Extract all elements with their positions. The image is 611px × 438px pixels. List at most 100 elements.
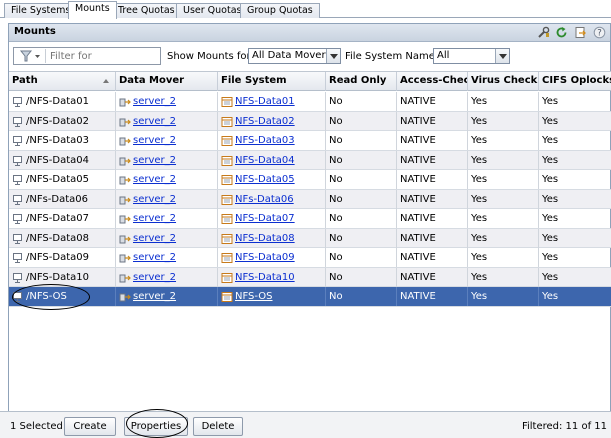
cell-data-mover: server_2: [116, 189, 218, 209]
cell-path-text: /NFS-Data01: [26, 96, 89, 107]
tab-tree-quotas[interactable]: Tree Quotas: [111, 3, 182, 18]
data-mover-link[interactable]: server_2: [133, 112, 176, 131]
cell-cifs-oplocks: Yes: [539, 248, 611, 267]
cell-read-only: No: [326, 189, 397, 209]
file-system-link[interactable]: NFS-Data08: [235, 229, 295, 248]
cell-virus-check: Yes: [468, 111, 539, 131]
show-mounts-value: All Data Movers: [252, 50, 331, 61]
cell-access-check-text: NATIVE: [400, 154, 436, 166]
wrench-icon[interactable]: [537, 26, 550, 39]
data-mover-link[interactable]: server_2: [133, 209, 176, 228]
data-mover-link[interactable]: server_2: [133, 287, 176, 306]
file-system-link[interactable]: NFS-Data09: [235, 248, 295, 267]
cell-read-only: No: [326, 287, 397, 306]
cell-path: /NFS-Data07: [9, 209, 116, 228]
filter-input[interactable]: [50, 49, 158, 63]
cell-access-check-text: NATIVE: [400, 174, 436, 185]
file-system-link[interactable]: NFS-Data01: [235, 92, 295, 111]
cell-path-text: /NFS-Data10: [26, 271, 89, 283]
table-row[interactable]: /NFS-Data07 server_2 NFS-Data07 No NATIVE Yes…: [9, 209, 611, 229]
cell-read-only: No: [326, 267, 397, 287]
filesystem-icon: [221, 116, 233, 127]
cell-access-check-text: NATIVE: [400, 271, 436, 283]
data-mover-link[interactable]: server_2: [133, 131, 176, 150]
cell-file-system: NFS-OS: [218, 287, 326, 306]
table-row[interactable]: /NFS-Data03 server_2 NFS-Data03 No NATIVE Yes…: [9, 131, 611, 151]
col-header-access-check[interactable]: Access-Chec...: [397, 72, 468, 91]
cell-virus-check-text: Yes: [471, 174, 488, 185]
properties-button[interactable]: Properties: [124, 417, 188, 436]
data-mover-icon: [119, 196, 131, 204]
table-row[interactable]: /NFS-Data02 server_2 NFS-Data02 No NATIVE Yes…: [9, 111, 611, 131]
data-mover-link[interactable]: server_2: [133, 92, 176, 111]
help-icon[interactable]: ?: [593, 26, 606, 39]
tab-file-systems[interactable]: File Systems: [4, 3, 78, 18]
file-system-link[interactable]: NFs-Data06: [235, 190, 294, 209]
mount-path-icon: [13, 97, 22, 107]
filter-dropdown[interactable]: [16, 49, 46, 63]
cell-virus-check-text: Yes: [471, 135, 488, 146]
table-row[interactable]: /NFS-Data05 server_2 NFS-Data05 No NATIVE Yes…: [9, 170, 611, 190]
table-row[interactable]: /NFS-Data08 server_2 NFS-Data08 No NATIVE Yes…: [9, 228, 611, 248]
cell-read-only-text: No: [329, 154, 343, 166]
table-row[interactable]: /NFS-Data10 server_2 NFS-Data10 No NATIVE Yes…: [9, 267, 611, 287]
cell-file-system: NFS-Data09: [218, 248, 326, 267]
data-mover-link[interactable]: server_2: [133, 170, 176, 189]
data-mover-link[interactable]: server_2: [133, 268, 176, 287]
tab-group-quotas[interactable]: Group Quotas: [240, 3, 320, 18]
cell-access-check: NATIVE: [397, 287, 468, 306]
cell-read-only-text: No: [329, 291, 343, 302]
delete-button[interactable]: Delete: [193, 417, 243, 436]
cell-cifs-oplocks: Yes: [539, 92, 611, 111]
cell-cifs-oplocks: Yes: [539, 190, 611, 209]
cell-virus-check: Yes: [468, 150, 539, 170]
table-row[interactable]: /NFS-Data09 server_2 NFS-Data09 No NATIVE Yes…: [9, 248, 611, 268]
cell-file-system: NFS-Data10: [218, 267, 326, 287]
file-system-link[interactable]: NFS-Data03: [235, 131, 295, 150]
show-mounts-select[interactable]: All Data Movers: [248, 48, 341, 64]
cell-cifs-oplocks-text: Yes: [542, 291, 559, 302]
cell-data-mover: server_2: [116, 287, 218, 306]
col-header-file-system[interactable]: File System: [218, 72, 326, 91]
refresh-icon[interactable]: [555, 26, 568, 39]
file-system-link[interactable]: NFS-OS: [235, 287, 273, 306]
cell-path: /NFs-Data06: [9, 189, 116, 209]
data-mover-link[interactable]: server_2: [133, 151, 176, 170]
cell-read-only: No: [326, 170, 397, 189]
cell-read-only: No: [326, 248, 397, 267]
cell-data-mover: server_2: [116, 92, 218, 111]
cell-path: /NFS-Data05: [9, 170, 116, 189]
table-row[interactable]: /NFS-OS server_2 NFS-OS No NATIVE Yes Yes: [9, 287, 611, 307]
data-mover-link[interactable]: server_2: [133, 248, 176, 267]
file-system-link[interactable]: NFS-Data02: [235, 112, 295, 131]
export-icon[interactable]: [574, 26, 587, 39]
table-row[interactable]: /NFs-Data06 server_2 NFs-Data06 No NATIVE Yes…: [9, 189, 611, 209]
col-header-path[interactable]: Path: [9, 72, 116, 91]
data-mover-icon: [119, 215, 131, 224]
file-system-link[interactable]: NFS-Data10: [235, 268, 295, 287]
col-header-data-mover[interactable]: Data Mover: [116, 72, 218, 91]
file-system-link[interactable]: NFS-Data04: [235, 151, 295, 170]
data-mover-link[interactable]: server_2: [133, 229, 176, 248]
filesystem-icon: [221, 97, 233, 107]
table-row[interactable]: /NFS-Data04 server_2 NFS-Data04 No NATIVE Yes…: [9, 150, 611, 170]
cell-virus-check-text: Yes: [471, 193, 488, 205]
show-mounts-label: Show Mounts for:: [167, 51, 254, 62]
tab-user-quotas[interactable]: User Quotas: [176, 3, 249, 18]
cell-read-only-text: No: [329, 213, 343, 224]
cell-virus-check-text: Yes: [471, 232, 488, 244]
filesystem-icon: [221, 292, 233, 302]
cell-read-only: No: [326, 131, 397, 150]
data-mover-link[interactable]: server_2: [133, 190, 176, 209]
col-header-read-only[interactable]: Read Only: [326, 72, 397, 91]
col-header-virus-check[interactable]: Virus Checki...: [468, 72, 539, 91]
fs-name-select[interactable]: All: [433, 48, 510, 64]
col-header-cifs-oplocks[interactable]: CIFS Oplocks...: [539, 72, 611, 91]
tab-mounts[interactable]: Mounts: [68, 1, 117, 19]
cell-virus-check: Yes: [468, 170, 539, 189]
cell-access-check: NATIVE: [397, 111, 468, 131]
file-system-link[interactable]: NFS-Data05: [235, 170, 295, 189]
create-button[interactable]: Create: [64, 417, 116, 436]
table-row[interactable]: /NFS-Data01 server_2 NFS-Data01 No NATIVE Yes…: [9, 92, 611, 112]
file-system-link[interactable]: NFS-Data07: [235, 209, 295, 228]
